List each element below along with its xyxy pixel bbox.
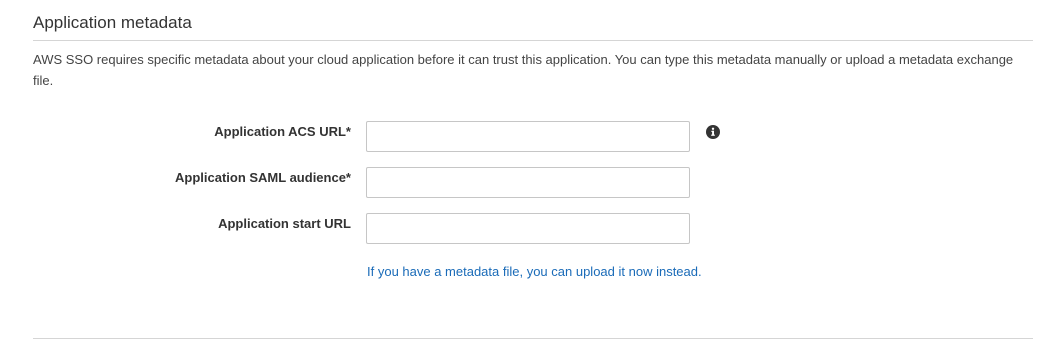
section-description: AWS SSO requires specific metadata about… [33,52,1014,88]
section-divider-bottom [33,338,1033,339]
saml-audience-label: Application SAML audience* [174,170,351,185]
start-url-label: Application start URL [218,216,351,231]
saml-audience-input[interactable] [366,167,690,198]
acs-url-input[interactable] [366,121,690,152]
start-url-row: Application start URL [0,213,1053,245]
info-icon[interactable] [706,125,720,139]
section-divider-top [33,40,1033,41]
acs-url-label: Application ACS URL* [214,124,351,139]
start-url-input[interactable] [366,213,690,244]
acs-url-row: Application ACS URL* [0,121,1053,153]
saml-audience-row: Application SAML audience* [0,167,1053,199]
section-title: Application metadata [33,13,192,32]
upload-metadata-link[interactable]: If you have a metadata file, you can upl… [367,264,702,279]
application-metadata-section: Application metadata AWS SSO requires sp… [0,0,1053,345]
